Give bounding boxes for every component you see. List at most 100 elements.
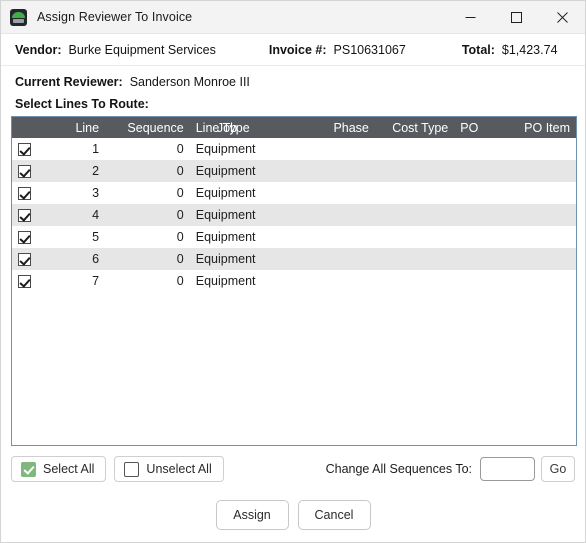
grid-toolbar: Select All Unselect All Change All Seque… [1, 450, 585, 488]
cell-po-item [486, 226, 576, 248]
table-row[interactable]: 5 0 Equipment [12, 226, 576, 248]
cell-line-type: Equipment [195, 186, 256, 200]
cell-line-type: Equipment [189, 160, 256, 182]
cell-po [454, 138, 486, 160]
cell-phase [301, 226, 375, 248]
current-reviewer-label: Current Reviewer: [15, 75, 123, 89]
cell-po-item [485, 204, 576, 226]
cell-phase [301, 182, 375, 204]
total-field: Total: $1,423.74 [462, 43, 558, 57]
lines-grid: Line Sequence Line Type Job Phase Cost T… [11, 116, 577, 446]
cell-phase [301, 270, 375, 292]
cell-po [454, 204, 486, 226]
invoice-number-label: Invoice #: [268, 42, 327, 57]
table-row[interactable]: 4 0 Equipment [12, 204, 576, 226]
cell-line: 5 [92, 230, 100, 244]
cell-cost-type [375, 226, 454, 248]
cell-po [454, 182, 486, 204]
table-row[interactable]: 1 0 Equipment [12, 138, 576, 160]
cell-line: 6 [43, 248, 106, 270]
cell-po-item [486, 182, 576, 204]
cell-sequence: 0 [105, 160, 190, 182]
cell-line: 3 [92, 186, 100, 200]
cell-po [454, 160, 486, 182]
column-header-job[interactable]: Job [210, 117, 301, 138]
row-checkbox[interactable] [18, 209, 31, 223]
app-logo-icon [10, 8, 27, 26]
row-checkbox[interactable] [18, 187, 31, 201]
vendor-label: Vendor: [15, 42, 62, 57]
cell-sequence: 0 [176, 230, 184, 244]
unselect-all-button[interactable]: Unselect All [114, 456, 224, 482]
window-controls [447, 1, 585, 33]
row-checkbox-cell[interactable] [12, 270, 44, 292]
cell-line-type: Equipment [189, 204, 256, 226]
row-checkbox[interactable] [18, 253, 31, 267]
cell-po-item [485, 248, 576, 270]
cell-cost-type [375, 270, 454, 292]
row-checkbox-cell[interactable] [12, 226, 44, 248]
assign-button[interactable]: Assign [215, 500, 289, 530]
select-all-label: Select All [43, 462, 95, 476]
row-checkbox-cell[interactable] [12, 248, 44, 270]
maximize-icon[interactable] [493, 1, 539, 33]
cell-phase [300, 248, 375, 270]
row-checkbox-cell[interactable] [12, 138, 44, 160]
cell-sequence: 0 [105, 248, 190, 270]
table-row[interactable]: 3 0 Equipment [12, 182, 576, 204]
sequence-input[interactable] [480, 457, 535, 481]
close-icon[interactable] [539, 1, 585, 33]
column-header-sequence[interactable]: Sequence [105, 117, 190, 138]
cell-line: 7 [92, 274, 100, 288]
row-checkbox-cell[interactable] [12, 160, 44, 182]
cell-po-item [486, 270, 576, 292]
invoice-summary-row: Vendor: Burke Equipment Services Invoice… [1, 34, 585, 66]
dialog-actions: Assign Cancel [1, 488, 585, 542]
cancel-button[interactable]: Cancel [297, 500, 371, 530]
row-checkbox[interactable] [18, 143, 31, 157]
column-header-po-item[interactable]: PO Item [485, 117, 576, 138]
cell-sequence: 0 [105, 204, 190, 226]
column-header-phase[interactable]: Phase [300, 117, 375, 138]
cell-po [454, 226, 486, 248]
grid-empty-space [12, 292, 576, 445]
title-bar: Assign Reviewer To Invoice [1, 1, 585, 34]
column-header-line[interactable]: Line [43, 117, 106, 138]
column-header-line-type[interactable]: Line Type [189, 117, 250, 138]
table-row[interactable]: 7 0 Equipment [12, 270, 576, 292]
table-header: Line Sequence Line Type Job Phase Cost T… [12, 117, 576, 138]
cell-phase [300, 160, 375, 182]
invoice-number-field: Invoice #: PS10631067 [269, 43, 406, 57]
row-checkbox-cell[interactable] [12, 204, 44, 226]
row-checkbox[interactable] [18, 231, 31, 245]
cell-line: 4 [43, 204, 106, 226]
invoice-number-value: PS10631067 [333, 42, 406, 57]
cell-line-type: Equipment [195, 274, 256, 288]
dialog-window: Assign Reviewer To Invoice Vendor: Burke… [0, 0, 586, 543]
cell-phase [301, 138, 375, 160]
cell-po [454, 270, 486, 292]
total-value: $1,423.74 [501, 42, 558, 57]
table-body: 1 0 Equipment 2 0 Equipment [12, 138, 576, 292]
cell-po-item [485, 160, 576, 182]
row-checkbox[interactable] [18, 275, 31, 289]
cell-sequence: 0 [176, 274, 184, 288]
cell-sequence: 0 [176, 142, 184, 156]
cell-po-item [486, 138, 576, 160]
go-button[interactable]: Go [541, 456, 575, 482]
cell-cost-type [374, 160, 455, 182]
table-row[interactable]: 2 0 Equipment [12, 160, 576, 182]
cell-cost-type [375, 138, 454, 160]
change-sequences-label: Change All Sequences To: [325, 462, 472, 476]
cell-po [454, 248, 486, 270]
table-row[interactable]: 6 0 Equipment [12, 248, 576, 270]
current-reviewer-value: Sanderson Monroe III [129, 75, 250, 89]
column-header-po[interactable]: PO [454, 117, 486, 138]
column-header-checkbox [12, 117, 44, 138]
select-all-button[interactable]: Select All [11, 456, 107, 482]
row-checkbox-cell[interactable] [12, 182, 44, 204]
minimize-icon[interactable] [447, 1, 493, 33]
row-checkbox[interactable] [18, 165, 31, 179]
column-header-cost-type[interactable]: Cost Type [374, 117, 455, 138]
cell-cost-type [374, 204, 455, 226]
